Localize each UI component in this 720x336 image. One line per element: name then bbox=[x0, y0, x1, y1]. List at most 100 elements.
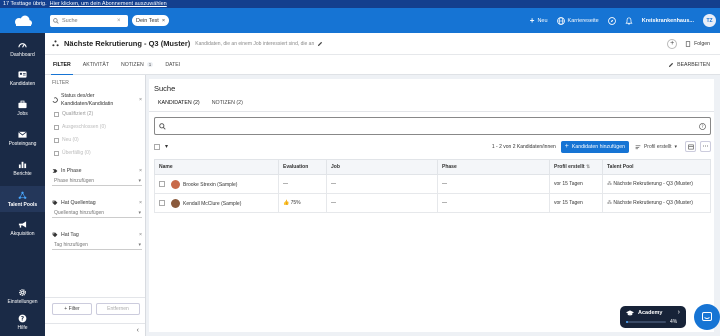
bell-icon[interactable] bbox=[625, 16, 633, 25]
sidebar-item-einstellungen[interactable]: Einstellungen bbox=[0, 287, 45, 305]
sidebar-item-berichte[interactable]: Berichte bbox=[0, 157, 45, 179]
search-input[interactable] bbox=[62, 17, 114, 24]
filter-heading: FILTER bbox=[52, 80, 69, 86]
test-pill[interactable]: Dein Test × bbox=[132, 15, 170, 26]
tag-icon bbox=[52, 232, 58, 238]
table-row[interactable]: Kendall McClure (Sample) 👍 75% — — vor 1… bbox=[154, 193, 711, 213]
status-option[interactable]: Qualifiziert (2) bbox=[52, 111, 142, 117]
sidebar-item-posteingang[interactable]: Posteingang bbox=[0, 127, 45, 149]
sort-icon bbox=[635, 144, 641, 150]
tab-filter[interactable]: FILTER bbox=[47, 55, 77, 76]
column-label: Profil erstellt bbox=[554, 164, 585, 170]
svg-text:?: ? bbox=[701, 124, 703, 129]
global-search[interactable]: × bbox=[50, 14, 128, 27]
sidebar-item-akquisition[interactable]: Akquisition bbox=[0, 217, 45, 239]
status-option[interactable]: Überfällig (0) bbox=[52, 150, 142, 156]
career-page-button[interactable]: Karriereseite bbox=[556, 16, 599, 25]
row-checkbox[interactable] bbox=[159, 200, 165, 206]
column-label: Job bbox=[331, 164, 340, 170]
sidebar-item-label: Akquisition bbox=[10, 230, 35, 237]
column-header-phase[interactable]: Phase bbox=[437, 159, 550, 175]
sidebar-item-hilfe[interactable]: ? Hilfe bbox=[0, 313, 45, 331]
talent-pool-link[interactable]: Nächste Rekrutierung - Q3 (Muster) bbox=[613, 181, 692, 187]
checkbox[interactable] bbox=[54, 150, 59, 156]
tag-filter: Hat Tag × Tag hinzufügen ▾ bbox=[52, 232, 142, 250]
add-icon[interactable]: + bbox=[667, 38, 678, 49]
status-option[interactable]: Ausgeschlossen (0) bbox=[52, 124, 142, 130]
row-checkbox[interactable] bbox=[159, 181, 165, 187]
table-row[interactable]: Brooke Strexin (Sample) — — — vor 15 Tag… bbox=[154, 174, 711, 194]
source-tag-select[interactable]: Quellentag hinzufügen ▾ bbox=[52, 209, 142, 218]
close-icon[interactable]: × bbox=[162, 18, 165, 24]
sidebar-item-dashboard[interactable]: Dashboard bbox=[0, 37, 45, 61]
remove-filter-icon[interactable]: × bbox=[139, 168, 142, 174]
job-value: — bbox=[331, 181, 336, 187]
clear-search-icon[interactable]: × bbox=[117, 18, 121, 24]
status-option[interactable]: Neu (0) bbox=[52, 137, 142, 143]
tab-notizen[interactable]: NOTIZEN 1 bbox=[115, 55, 159, 75]
columns-icon[interactable] bbox=[685, 141, 696, 152]
talent-pool-link[interactable]: Nächste Rekrutierung - Q3 (Muster) bbox=[613, 200, 692, 206]
sidebar-item-talent-pools[interactable]: Talent Pools bbox=[0, 186, 45, 212]
candidate-name-link[interactable]: Brooke Strexin (Sample) bbox=[183, 181, 237, 187]
help-circle-icon[interactable]: ? bbox=[699, 122, 706, 130]
avatar[interactable]: TZ bbox=[703, 14, 716, 27]
tag-select[interactable]: Tag hinzufügen ▾ bbox=[52, 241, 142, 250]
column-header-created[interactable]: Profil erstellt ⇅ bbox=[549, 159, 603, 175]
checkbox[interactable] bbox=[54, 111, 59, 117]
candidate-name-link[interactable]: Kendall McClure (Sample) bbox=[183, 200, 241, 206]
column-header-job[interactable]: Job bbox=[326, 159, 438, 175]
edit-pencil-icon[interactable] bbox=[317, 41, 323, 47]
checkbox[interactable] bbox=[54, 124, 59, 130]
tab-datei[interactable]: DATEI bbox=[159, 55, 186, 75]
select-placeholder: Quellentag hinzufügen bbox=[54, 210, 105, 216]
sidebar-item-kandidaten[interactable]: Kandidaten bbox=[0, 67, 45, 89]
main-area: Suche KANDIDATEN (2) NOTIZEN (2) ? ▾ 1 -… bbox=[146, 75, 720, 336]
caret-down-icon[interactable]: ▾ bbox=[165, 143, 168, 150]
more-options-icon[interactable]: ⋯ bbox=[700, 141, 711, 152]
chat-button[interactable] bbox=[694, 304, 720, 330]
select-all-checkbox[interactable] bbox=[154, 143, 160, 150]
column-header-evaluation[interactable]: Evaluation bbox=[278, 159, 327, 175]
inbox-icon bbox=[18, 130, 27, 139]
tab-bar: FILTER AKTIVITÄT NOTIZEN 1 DATEI BEARBEIT… bbox=[45, 55, 720, 76]
gear-icon bbox=[18, 288, 27, 297]
collapse-panel-icon[interactable]: ‹ bbox=[45, 323, 145, 336]
sidebar-item-label: Posteingang bbox=[8, 140, 37, 147]
remove-filter-icon[interactable]: × bbox=[139, 97, 142, 103]
subscription-link[interactable]: Hier klicken, um dein Abonnement auszuwä… bbox=[50, 1, 167, 7]
column-header-talent-pool[interactable]: Talent Pool bbox=[602, 159, 711, 175]
edit-button[interactable]: BEARBEITEN bbox=[668, 62, 710, 68]
remove-filter-icon[interactable]: × bbox=[139, 200, 142, 206]
remove-filters-button[interactable]: Entfernen bbox=[96, 303, 140, 315]
app-logo[interactable] bbox=[0, 15, 45, 27]
phase-filter-title: In Phase bbox=[61, 168, 82, 174]
remove-filter-icon[interactable]: × bbox=[139, 232, 142, 238]
column-header-name[interactable]: Name bbox=[154, 159, 279, 175]
add-candidates-label: Kandidaten hinzufügen bbox=[571, 143, 625, 150]
follow-button[interactable]: Folgen bbox=[685, 41, 710, 47]
page-header: Nächste Rekrutierung - Q3 (Muster) Kandi… bbox=[45, 33, 720, 55]
sidebar-item-jobs[interactable]: Jobs bbox=[0, 97, 45, 119]
talent-pools-icon bbox=[18, 191, 27, 200]
checkbox[interactable] bbox=[54, 137, 59, 143]
company-name[interactable]: Kreiskrankenhaus... bbox=[642, 18, 694, 24]
divider bbox=[149, 111, 714, 112]
sort-button[interactable]: Profil erstellt ▾ bbox=[635, 144, 677, 150]
search-icon bbox=[53, 17, 59, 24]
option-label: Qualifiziert (2) bbox=[62, 111, 94, 117]
subtab-notizen[interactable]: NOTIZEN (2) bbox=[208, 98, 247, 112]
compass-icon[interactable] bbox=[607, 16, 616, 25]
tab-aktivitaet[interactable]: AKTIVITÄT bbox=[77, 55, 115, 75]
phase-select[interactable]: Phase hinzufügen ▾ bbox=[52, 177, 142, 186]
add-candidates-button[interactable]: + Kandidaten hinzufügen bbox=[560, 140, 629, 153]
job-value: — bbox=[331, 200, 336, 206]
new-label: Neu bbox=[537, 17, 548, 24]
candidates-icon bbox=[18, 70, 27, 79]
new-button[interactable]: + Neu bbox=[530, 16, 548, 25]
candidate-search-box[interactable]: ? bbox=[154, 117, 711, 135]
graduation-cap-icon bbox=[626, 310, 634, 316]
subtab-kandidaten[interactable]: KANDIDATEN (2) bbox=[154, 98, 204, 112]
academy-widget[interactable]: Academy › 4% bbox=[620, 306, 686, 328]
add-filter-button[interactable]: + Filter bbox=[52, 303, 92, 315]
